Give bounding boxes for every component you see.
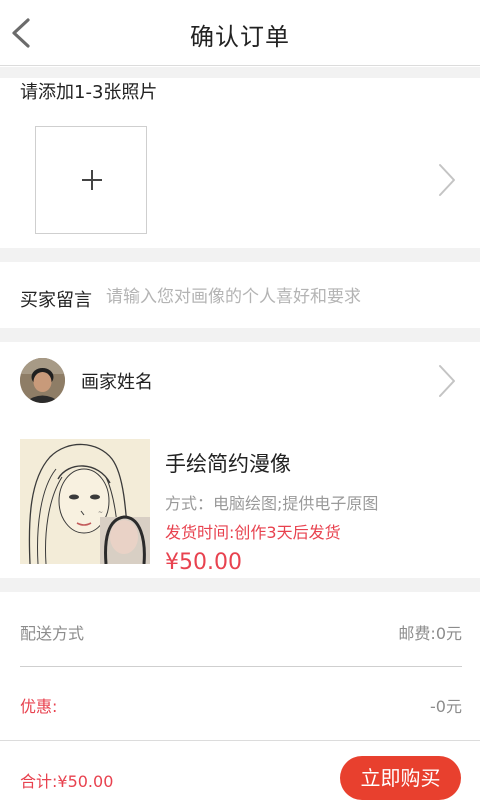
delivery-method-label: 配送方式 — [20, 624, 85, 643]
product-method: 方式：电脑绘图;提供电子原图 — [165, 494, 379, 513]
artist-avatar — [20, 358, 65, 403]
photo-upload-label: 请添加1-3张照片 — [20, 82, 158, 103]
section-separator — [0, 578, 480, 592]
section-separator — [0, 328, 480, 342]
shipping-fee: 邮费:0元 — [398, 624, 462, 643]
discount-value: -0元 — [430, 697, 462, 716]
divider — [20, 666, 462, 667]
page-title: 确认订单 — [190, 23, 290, 51]
buyer-message-input[interactable] — [106, 282, 466, 312]
chevron-right-icon[interactable] — [437, 364, 457, 398]
product-image: ~ — [20, 439, 150, 564]
buyer-message-section: 买家留言 — [0, 262, 480, 328]
shipping-time: 发货时间:创作3天后发货 — [165, 523, 341, 542]
product-price: ¥50.00 — [165, 550, 242, 575]
product-title: 手绘简约漫像 — [165, 452, 291, 476]
section-separator — [0, 248, 480, 262]
buy-now-button[interactable]: 立即购买 — [340, 756, 461, 800]
artist-name: 画家姓名 — [81, 372, 153, 393]
artist-product-section: 画家姓名 ~ 手绘简约漫像 方式：电脑绘图;提供电子原图 发货时间:创作3天后发… — [0, 342, 480, 578]
add-photo-button[interactable] — [35, 126, 147, 234]
chevron-right-icon[interactable] — [437, 163, 457, 197]
discount-label: 优惠: — [20, 697, 58, 716]
checkout-bar: 合计:¥50.00 立即购买 — [0, 740, 480, 800]
photo-upload-section: 请添加1-3张照片 — [0, 78, 480, 248]
svg-text:~: ~ — [98, 509, 103, 516]
order-total: 合计:¥50.00 — [20, 772, 114, 791]
delivery-section: 配送方式 邮费:0元 优惠: -0元 — [0, 592, 480, 740]
navigation-bar: 确认订单 — [0, 0, 480, 66]
buyer-message-label: 买家留言 — [20, 290, 92, 311]
section-separator — [0, 67, 480, 78]
